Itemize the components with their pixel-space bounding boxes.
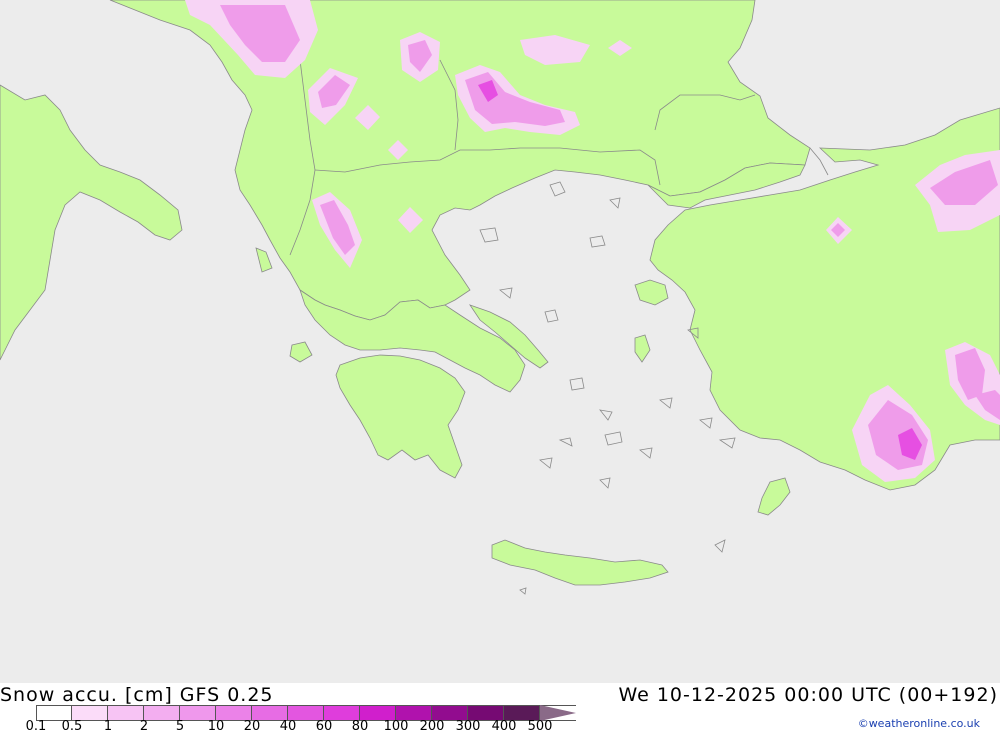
legend-swatch (36, 706, 72, 720)
legend-label: 200 (419, 719, 445, 734)
legend-swatch (396, 706, 432, 720)
legend-swatch (468, 706, 504, 720)
snow-accumulation-map (0, 0, 1000, 683)
legend-swatch (180, 706, 216, 720)
legend-label: 10 (207, 719, 225, 734)
map-title: Snow accu. [cm] GFS 0.25 (0, 684, 274, 706)
legend-swatch (72, 706, 108, 720)
credit-link[interactable]: ©weatheronline.co.uk (858, 717, 980, 730)
legend-swatch (288, 706, 324, 720)
legend-swatch (144, 706, 180, 720)
legend-label: 60 (315, 719, 333, 734)
legend-label: 300 (455, 719, 481, 734)
legend-swatch (360, 706, 396, 720)
legend-swatch (324, 706, 360, 720)
legend-swatch (216, 706, 252, 720)
legend-label: 100 (383, 719, 409, 734)
legend-footer: Snow accu. [cm] GFS 0.25 We 10-12-2025 0… (0, 683, 1000, 734)
legend-swatch (252, 706, 288, 720)
legend-swatch (108, 706, 144, 720)
legend-label: 80 (351, 719, 369, 734)
legend-label: 500 (527, 719, 553, 734)
legend-label: 0.5 (61, 719, 83, 734)
legend-swatch (504, 706, 540, 720)
legend-swatch (432, 706, 468, 720)
legend-label: 1 (103, 719, 113, 734)
legend-label: 20 (243, 719, 261, 734)
legend-label: 2 (139, 719, 149, 734)
forecast-datetime: We 10-12-2025 00:00 UTC (00+192) (618, 684, 998, 706)
legend-label: 0.1 (25, 719, 47, 734)
legend-label: 400 (491, 719, 517, 734)
color-scale-labels: 0.1 0.5 1 2 5 10 20 40 60 80 100 200 300 400 500 (0, 719, 600, 734)
legend-label: 40 (279, 719, 297, 734)
legend-label: 5 (175, 719, 185, 734)
